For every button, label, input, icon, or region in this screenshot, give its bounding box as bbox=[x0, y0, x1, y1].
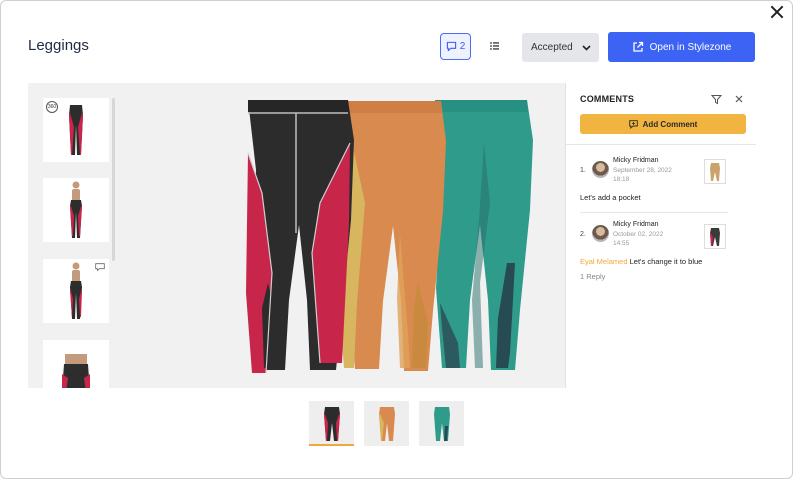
comment-text: Let's add a pocket bbox=[580, 193, 641, 202]
leggings-thumb-image bbox=[710, 162, 720, 181]
comment-time: 18:18 bbox=[613, 176, 630, 183]
comment-thumbnail[interactable] bbox=[704, 224, 726, 249]
comment-icon bbox=[95, 263, 105, 271]
thumbnail-scrollbar[interactable] bbox=[112, 98, 115, 261]
status-value: Accepted bbox=[531, 42, 573, 53]
add-comment-label: Add Comment bbox=[642, 119, 698, 129]
colorway-thumb-orange[interactable] bbox=[364, 401, 409, 446]
status-dropdown[interactable]: Accepted bbox=[522, 33, 599, 62]
open-button-label: Open in Stylezone bbox=[649, 41, 732, 53]
product-viewer: 360 COMMENTS Add Comment 1. Micky Fridma… bbox=[28, 83, 756, 388]
leggings-thumb-image bbox=[323, 406, 340, 441]
comment-index: 1. bbox=[580, 167, 586, 174]
open-in-stylezone-button[interactable]: Open in Stylezone bbox=[608, 32, 755, 62]
comment-thumbnail[interactable] bbox=[704, 159, 726, 184]
thumbnail-back[interactable] bbox=[43, 340, 109, 388]
comment-icon bbox=[446, 41, 456, 52]
reply-count-link[interactable]: 1 Reply bbox=[580, 272, 605, 281]
close-icon[interactable] bbox=[734, 94, 744, 104]
leggings-thumb-image bbox=[710, 227, 720, 246]
leggings-colorways-image bbox=[246, 100, 533, 374]
comments-panel-title: COMMENTS bbox=[580, 94, 635, 104]
avatar bbox=[592, 161, 609, 178]
close-icon[interactable] bbox=[768, 3, 786, 21]
leggings-thumb-image bbox=[433, 406, 450, 441]
colorway-thumb-teal[interactable] bbox=[419, 401, 464, 446]
comment-date: October 02, 2022 bbox=[613, 231, 664, 238]
360-icon: 360 bbox=[46, 101, 58, 113]
comment-author: Micky Fridman bbox=[613, 221, 659, 228]
comment-author: Micky Fridman bbox=[613, 157, 659, 164]
model-thumb-image bbox=[70, 181, 82, 238]
filter-icon[interactable] bbox=[711, 94, 722, 105]
comment-time: 14:55 bbox=[613, 240, 630, 247]
comments-panel: COMMENTS Add Comment 1. Micky Fridman Se… bbox=[565, 83, 756, 388]
comment-count: 2 bbox=[459, 41, 466, 52]
add-comment-button[interactable]: Add Comment bbox=[580, 114, 746, 134]
comment-text-wrapper: Eyal Melamed Let's change it to blue bbox=[580, 257, 702, 266]
comments-toggle-button[interactable]: 2 bbox=[440, 33, 471, 60]
comment-index: 2. bbox=[580, 231, 586, 238]
avatar bbox=[592, 225, 609, 242]
product-modal: Leggings 2 Accepted Open in Stylezone 36… bbox=[0, 0, 793, 479]
add-comment-icon bbox=[628, 119, 638, 129]
chevron-down-icon bbox=[582, 44, 591, 51]
divider bbox=[580, 212, 728, 213]
comment-text: Let's change it to blue bbox=[629, 257, 703, 266]
thumbnail-sidebar: 360 bbox=[28, 83, 118, 388]
list-view-icon[interactable] bbox=[487, 39, 503, 53]
thumbnail-front[interactable] bbox=[43, 178, 109, 242]
main-product-image[interactable] bbox=[118, 83, 565, 388]
page-title: Leggings bbox=[28, 37, 89, 54]
colorway-thumb-black-red[interactable] bbox=[309, 401, 354, 446]
model-back-thumb-image bbox=[62, 354, 90, 388]
external-link-icon bbox=[632, 41, 643, 52]
model-thumb-image bbox=[70, 262, 82, 319]
leggings-thumb-image bbox=[69, 105, 83, 155]
active-colorway-indicator bbox=[309, 444, 354, 446]
divider bbox=[566, 144, 756, 145]
leggings-thumb-image bbox=[378, 406, 395, 441]
comment-mention[interactable]: Eyal Melamed bbox=[580, 257, 628, 266]
comment-date: September 28, 2022 bbox=[613, 167, 672, 174]
